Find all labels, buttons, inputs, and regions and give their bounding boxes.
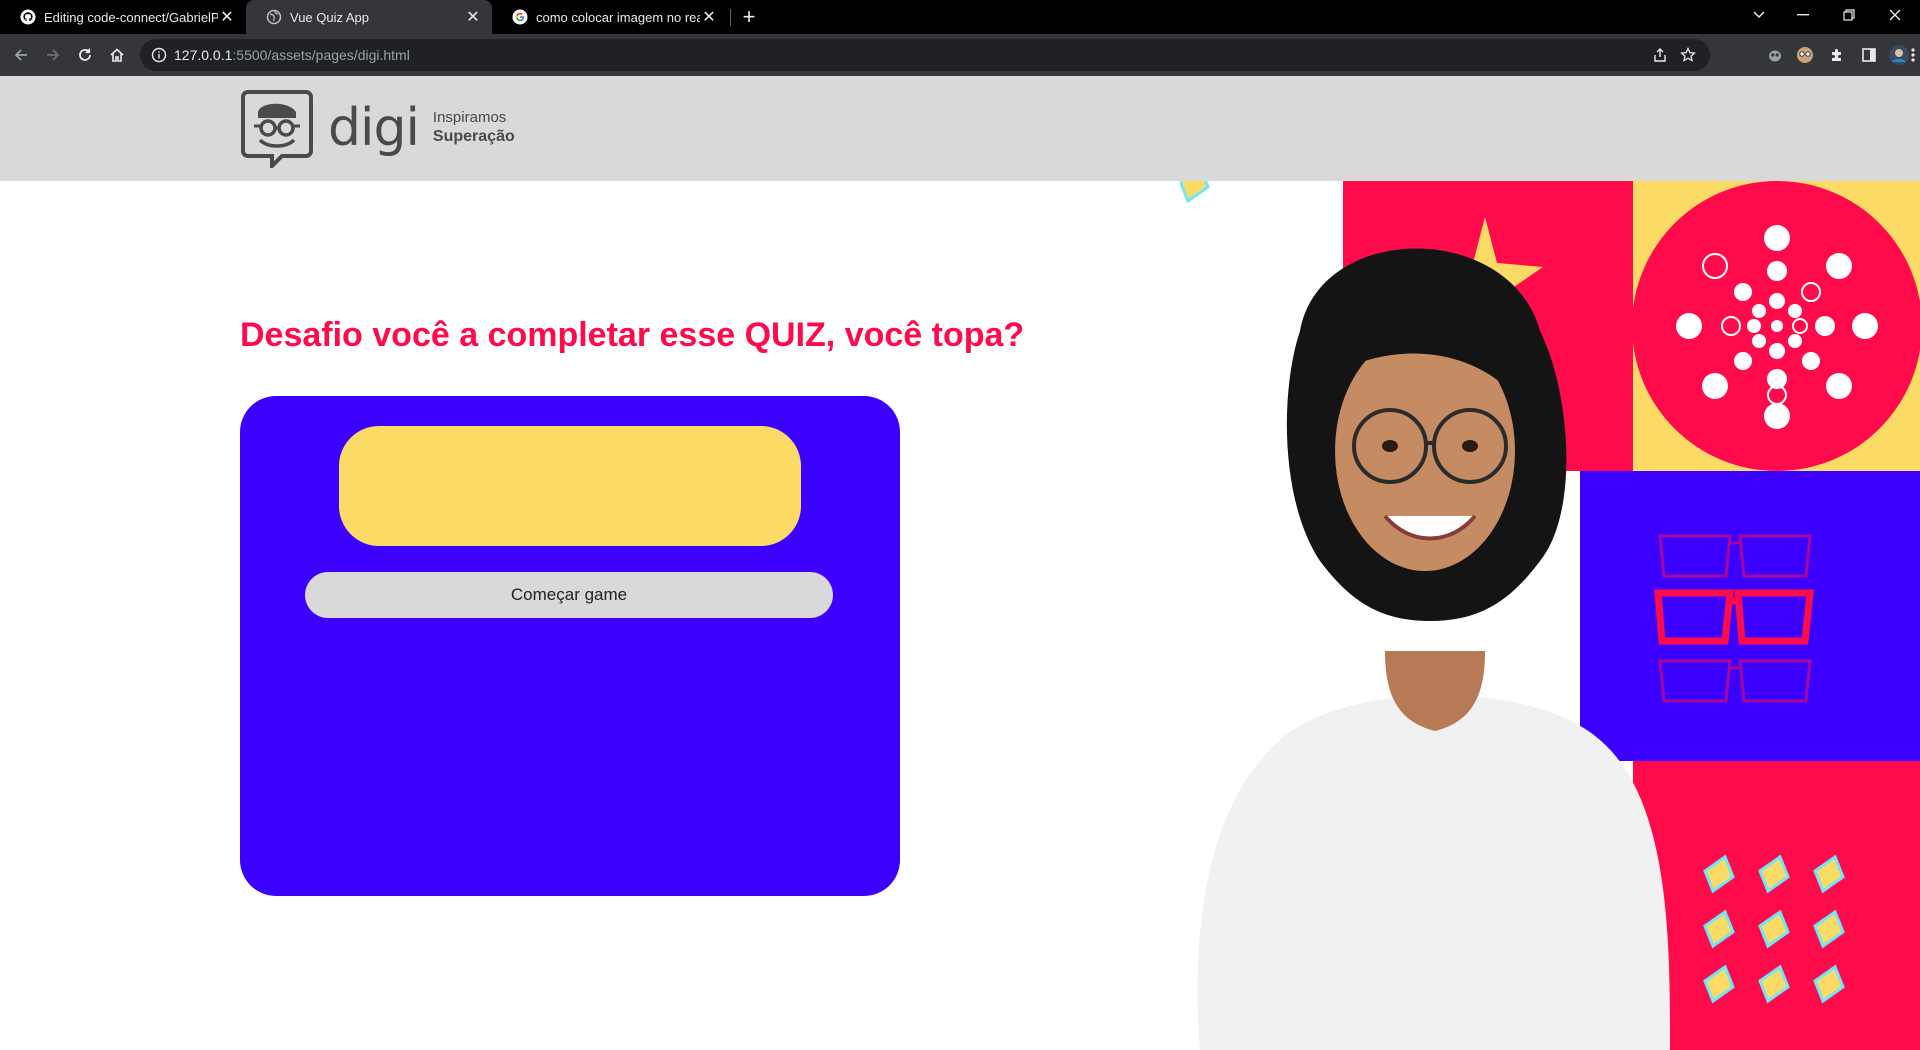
hero-illustration [1178, 164, 1920, 1050]
home-icon[interactable] [103, 41, 131, 69]
close-window-button[interactable] [1872, 0, 1918, 30]
new-tab-button[interactable]: + [736, 4, 762, 30]
extension-owl-icon[interactable] [1764, 44, 1786, 66]
blue-panel [1580, 471, 1920, 761]
browser-tab-strip: Editing code-connect/GabrielPro ✕ Vue Qu… [0, 0, 1920, 34]
minimize-button[interactable] [1780, 0, 1826, 30]
tab-google-search[interactable]: como colocar imagem no readm ✕ [492, 0, 728, 34]
page-headline: Desafio você a completar esse QUIZ, você… [240, 316, 1025, 354]
tab-search-chevron-icon[interactable] [1736, 0, 1782, 30]
url-host: 127.0.0.1 [174, 47, 233, 63]
close-tab-icon[interactable]: ✕ [700, 8, 718, 26]
red-panel-bottom [1633, 761, 1920, 1050]
url-path: :5500/assets/pages/digi.html [232, 47, 410, 63]
tab-separator [730, 9, 731, 26]
url-text[interactable]: 127.0.0.1:5500/assets/pages/digi.html [174, 47, 410, 63]
quiz-card: Começar game [240, 396, 900, 896]
tab-title: como colocar imagem no readm [536, 9, 700, 25]
tab-title: Editing code-connect/GabrielPro [44, 9, 218, 25]
chrome-menu-icon[interactable] [1907, 44, 1919, 66]
tab-title: Vue Quiz App [290, 9, 370, 25]
site-info-icon[interactable] [150, 46, 168, 64]
restore-button[interactable] [1826, 0, 1872, 30]
question-display [339, 426, 801, 546]
browser-toolbar: 127.0.0.1:5500/assets/pages/digi.html [0, 34, 1920, 76]
google-icon [512, 9, 528, 25]
digi-logo-mascot-icon [241, 90, 313, 168]
back-arrow-icon[interactable] [7, 41, 35, 69]
tab-vue-quiz-app[interactable]: Vue Quiz App ✕ [246, 0, 492, 34]
tagline-line-1: Inspiramos [432, 109, 507, 126]
side-panel-icon[interactable] [1858, 44, 1880, 66]
github-icon [20, 9, 36, 25]
logo-tagline: Inspiramos Superação [433, 109, 515, 147]
bookmark-star-icon[interactable] [1678, 45, 1698, 65]
tagline-line-2: Superação [432, 128, 515, 145]
globe-icon [266, 9, 282, 25]
logo-wordmark: digi [328, 98, 420, 158]
extension-face-icon[interactable] [1794, 44, 1816, 66]
hero-artwork [1178, 164, 1920, 1050]
tab-github-editing[interactable]: Editing code-connect/GabrielPro ✕ [0, 0, 246, 34]
address-bar[interactable]: 127.0.0.1:5500/assets/pages/digi.html [140, 39, 1710, 71]
share-icon[interactable] [1650, 45, 1670, 65]
reload-icon[interactable] [71, 41, 99, 69]
extensions-puzzle-icon[interactable] [1826, 44, 1848, 66]
close-tab-icon[interactable]: ✕ [464, 8, 482, 26]
forward-arrow-icon[interactable] [39, 41, 67, 69]
page-viewport: digi Inspiramos Superação Desafio você a… [0, 76, 1920, 1050]
close-tab-icon[interactable]: ✕ [218, 8, 236, 26]
digi-logo[interactable]: digi Inspiramos Superação [240, 88, 515, 168]
start-game-button[interactable]: Começar game [305, 572, 833, 618]
site-header: digi Inspiramos Superação [0, 76, 1920, 181]
